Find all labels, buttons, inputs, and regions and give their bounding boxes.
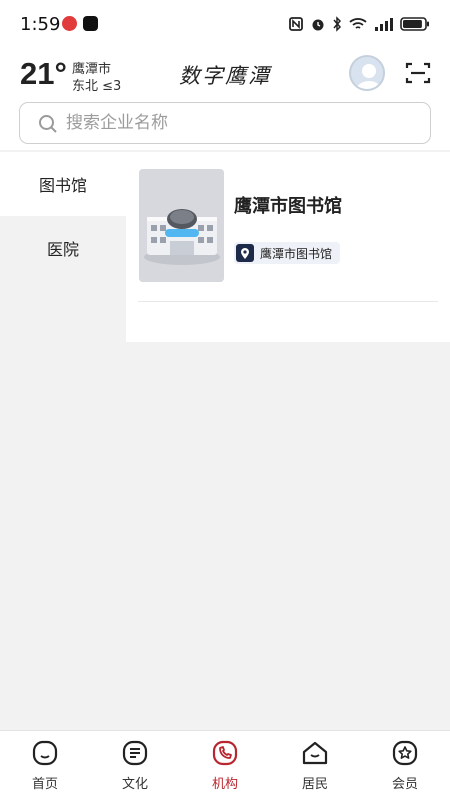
culture-icon <box>122 740 148 766</box>
weather-temperature: 21° <box>20 56 67 91</box>
nav-label: 文化 <box>121 777 148 792</box>
institution-icon <box>212 740 238 766</box>
map-pin-icon <box>236 244 254 262</box>
wifi-icon <box>349 18 367 29</box>
category-item-library[interactable]: 图书馆 <box>0 152 126 216</box>
nav-label: 首页 <box>31 777 58 792</box>
weather-wind: 东北 ≤3 <box>72 79 122 94</box>
library-thumbnail <box>139 169 224 282</box>
search-input[interactable] <box>66 103 406 142</box>
alarm-icon <box>312 19 324 31</box>
nfc-icon <box>289 17 303 31</box>
app-title: 数字鹰潭 <box>179 64 271 88</box>
status-system-icons <box>288 16 430 32</box>
resident-icon <box>302 741 328 765</box>
nav-label: 会员 <box>391 777 418 792</box>
status-notification-icons <box>62 16 98 31</box>
category-sidebar: 图书馆 医院 <box>0 152 126 342</box>
battery-icon <box>400 17 429 31</box>
location-tag: 鹰潭市图书馆 <box>234 242 341 264</box>
bluetooth-icon <box>333 16 342 32</box>
nav-item-resident[interactable]: 居民 <box>270 731 360 800</box>
status-bar: 1:59 <box>0 0 450 50</box>
search-bar[interactable] <box>19 102 431 144</box>
search-icon <box>39 115 57 133</box>
home-icon <box>32 740 58 766</box>
tiktok-app-icon <box>83 16 98 31</box>
nav-item-member[interactable]: 会员 <box>360 731 450 800</box>
status-time: 1:59 <box>20 14 61 35</box>
avatar[interactable] <box>349 55 385 91</box>
results-panel: 鹰潭市图书馆 鹰潭市图书馆 <box>126 152 450 342</box>
location-tag-label: 鹰潭市图书馆 <box>260 246 333 261</box>
result-card[interactable]: 鹰潭市图书馆 鹰潭市图书馆 <box>138 168 438 302</box>
category-label: 图书馆 <box>38 176 87 195</box>
scan-icon[interactable] <box>405 61 431 85</box>
category-label: 医院 <box>46 240 79 259</box>
library-building-image <box>139 169 224 282</box>
metro-app-icon <box>62 16 77 31</box>
signal-icon <box>375 18 393 31</box>
nav-label: 机构 <box>211 777 238 792</box>
bottom-nav: 首页 文化 机构 居民 会员 <box>0 730 450 800</box>
avatar-placeholder-icon <box>355 64 383 89</box>
nav-item-institution[interactable]: 机构 <box>180 731 270 800</box>
nav-item-home[interactable]: 首页 <box>0 731 90 800</box>
nav-item-culture[interactable]: 文化 <box>90 731 180 800</box>
nav-label: 居民 <box>301 777 328 792</box>
member-icon <box>392 740 418 766</box>
result-title: 鹰潭市图书馆 <box>234 196 342 217</box>
header: 21° 鹰潭市 东北 ≤3 数字鹰潭 <box>0 50 450 150</box>
category-item-hospital[interactable]: 医院 <box>0 216 126 280</box>
